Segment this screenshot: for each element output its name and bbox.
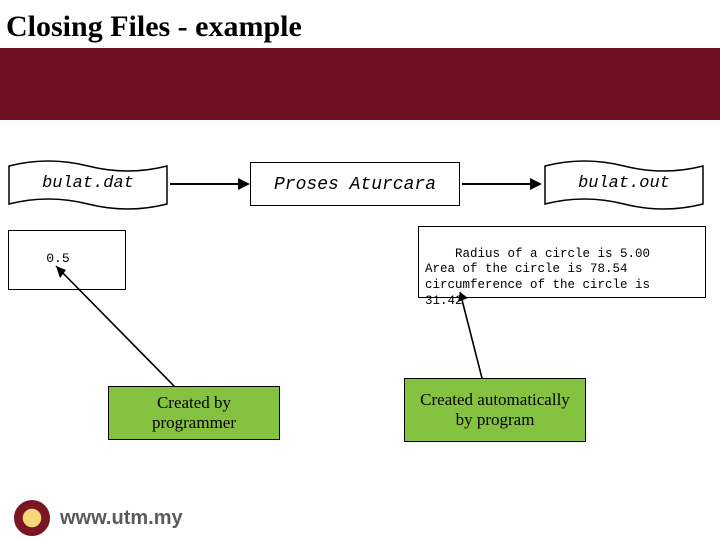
process-box: Proses Aturcara [250, 162, 460, 206]
arrow-process-to-output [462, 183, 530, 185]
output-file-label: bulat.out [544, 160, 704, 208]
input-file-label: bulat.dat [8, 160, 168, 208]
arrow-process-to-output-head [530, 178, 542, 190]
footer-url: www.utm.my [60, 507, 183, 530]
label-right-text: Created automatically by program [413, 390, 577, 431]
arrow-left-label [46, 260, 206, 390]
label-created-by-programmer: Created by programmer [108, 386, 280, 440]
header-band [0, 48, 720, 120]
utm-logo-icon [14, 500, 50, 536]
footer: www.utm.my [0, 496, 720, 540]
label-created-by-program: Created automatically by program [404, 378, 586, 442]
input-file-shape: bulat.dat [8, 160, 168, 210]
slide-title: Closing Files - example [6, 10, 302, 44]
title-bar: Closing Files - example [0, 0, 720, 120]
arrow-input-to-process-head [238, 178, 250, 190]
arrow-input-to-process [170, 183, 238, 185]
label-left-text: Created by programmer [117, 393, 271, 434]
diagram-area: bulat.dat Proses Aturcara bulat.out 0.5 … [6, 150, 714, 450]
process-label: Proses Aturcara [274, 175, 436, 195]
output-file-shape: bulat.out [544, 160, 704, 210]
